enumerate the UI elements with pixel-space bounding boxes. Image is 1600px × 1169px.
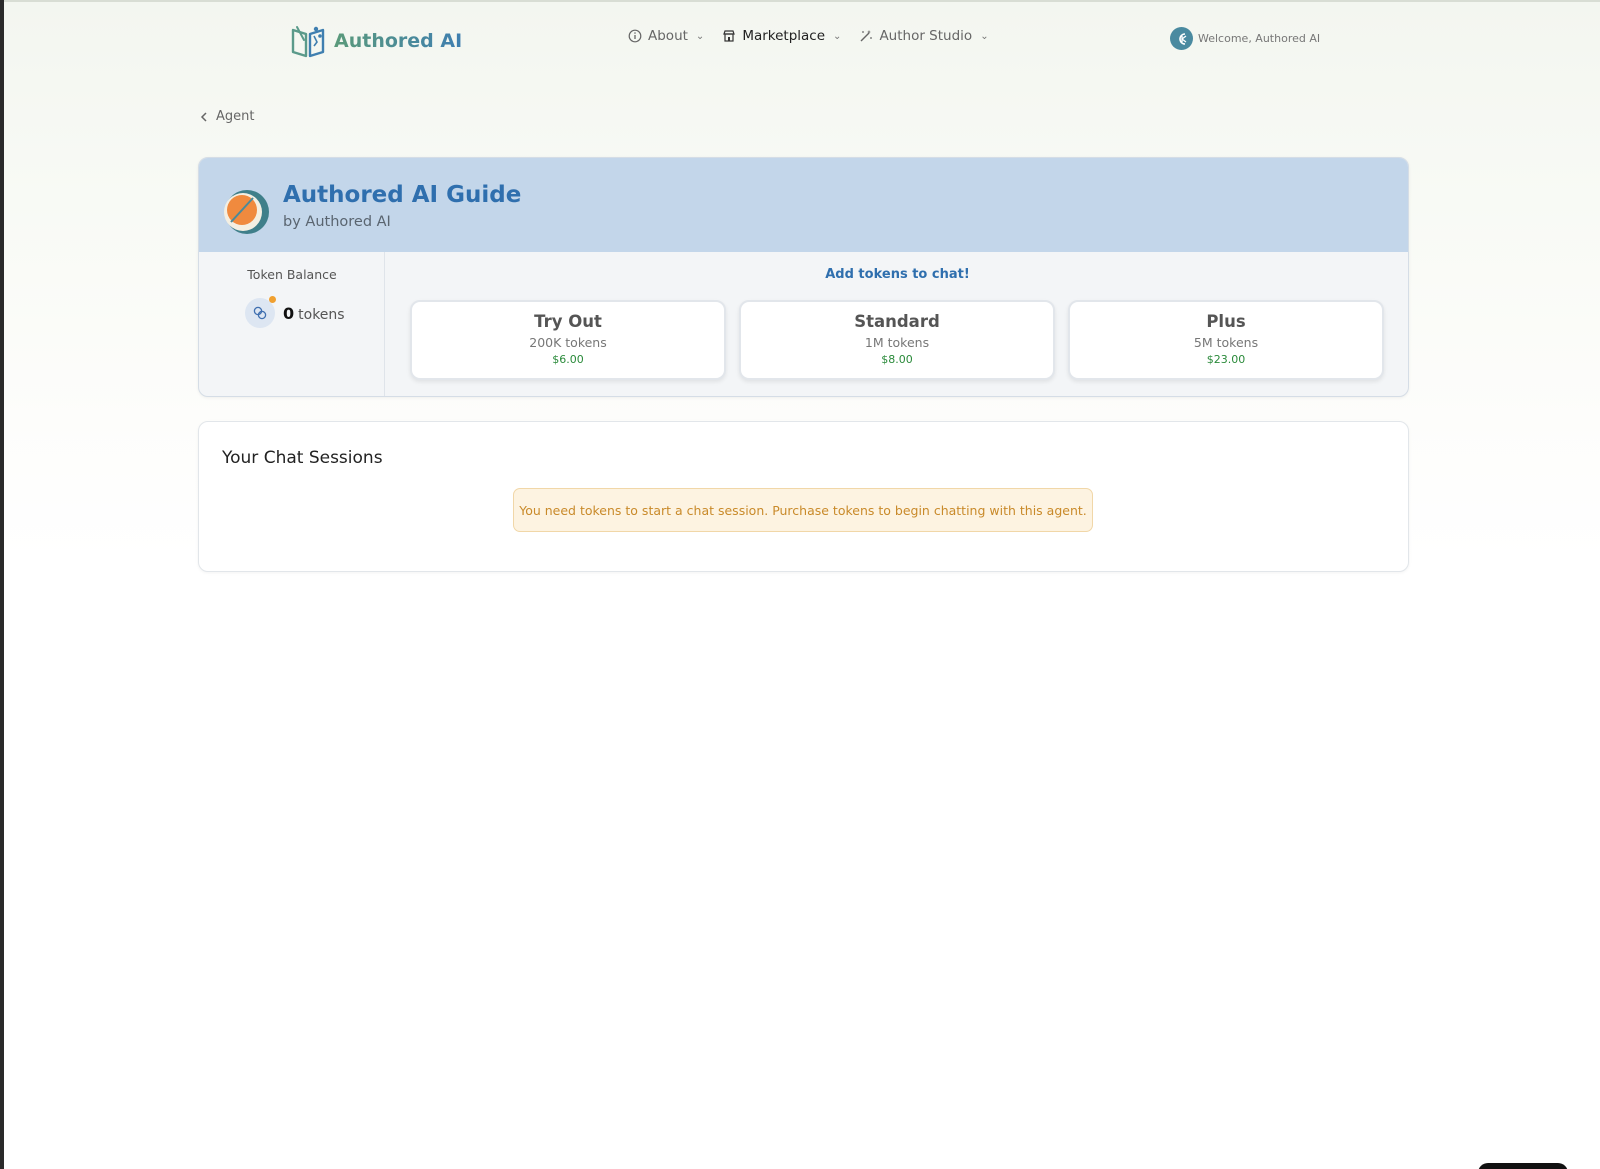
store-icon (723, 30, 736, 42)
chevron-down-icon: ⌄ (695, 30, 705, 42)
wand-icon (860, 30, 873, 42)
logo-text: Authored AI (334, 30, 463, 52)
plan-try-out[interactable]: Try Out 200K tokens $6.00 (410, 300, 726, 380)
plan-tokens: 1M tokens (864, 335, 930, 350)
main-nav: About ⌄ Marketplace ⌄ Author Studio ⌄ (628, 28, 989, 44)
agent-title: Authored AI Guide (283, 182, 522, 208)
top-header: Authored AI About ⌄ Marketplace ⌄ Author… (0, 0, 1600, 80)
plan-price: $6.00 (552, 353, 584, 366)
chevron-down-icon: ⌄ (980, 30, 989, 42)
token-balance-value: 0 tokens (283, 304, 345, 323)
info-icon (628, 29, 642, 43)
nav-marketplace[interactable]: Marketplace ⌄ (722, 28, 841, 44)
nav-marketplace-label: Marketplace (742, 28, 826, 44)
agent-card: Authored AI Guide by Authored AI Token B… (198, 157, 1409, 397)
token-count: 0 (283, 304, 295, 323)
chevron-left-icon (200, 111, 207, 122)
avatar (1170, 27, 1193, 50)
agent-header: Authored AI Guide by Authored AI (199, 158, 1408, 252)
add-tokens-heading: Add tokens to chat! (825, 267, 970, 282)
plan-price: $23.00 (1206, 353, 1246, 366)
agent-byline: by Authored AI (283, 214, 391, 230)
back-label: Agent (216, 109, 255, 124)
chat-sessions-panel: Your Chat Sessions You need tokens to st… (198, 421, 1409, 572)
coins-icon (245, 296, 276, 328)
logo[interactable]: Authored AI (290, 24, 462, 58)
plan-name: Standard (854, 312, 940, 331)
plan-name: Plus (1206, 312, 1246, 331)
user-menu[interactable]: Welcome, Authored AI (1170, 27, 1320, 50)
welcome-text: Welcome, Authored AI (1198, 32, 1321, 45)
nav-about-label: About (648, 28, 688, 44)
plan-plus[interactable]: Plus 5M tokens $23.00 (1068, 300, 1384, 380)
chat-sessions-title: Your Chat Sessions (222, 448, 383, 468)
agent-avatar-icon (224, 190, 269, 234)
tokens-required-notice: You need tokens to start a chat session.… (513, 488, 1093, 532)
nav-author-studio-label: Author Studio (879, 28, 973, 44)
user-logo-icon (1178, 32, 1186, 45)
plan-price: $8.00 (881, 353, 913, 366)
token-balance: Token Balance 0 tokens (199, 252, 385, 396)
floating-widget[interactable] (1478, 1163, 1568, 1169)
token-balance-label: Token Balance (247, 267, 337, 282)
notification-dot (269, 296, 276, 303)
back-link[interactable]: Agent (200, 109, 254, 124)
book-logo-icon (291, 26, 325, 58)
nav-author-studio[interactable]: Author Studio ⌄ (859, 28, 989, 44)
plan-tokens: 200K tokens (529, 335, 607, 350)
token-unit: tokens (298, 307, 345, 323)
nav-about[interactable]: About ⌄ (628, 28, 704, 44)
chevron-down-icon: ⌄ (833, 30, 842, 42)
plan-name: Try Out (534, 312, 602, 331)
window-edge (0, 0, 4, 1169)
plan-standard[interactable]: Standard 1M tokens $8.00 (739, 300, 1055, 380)
plan-tokens: 5M tokens (1193, 335, 1259, 350)
